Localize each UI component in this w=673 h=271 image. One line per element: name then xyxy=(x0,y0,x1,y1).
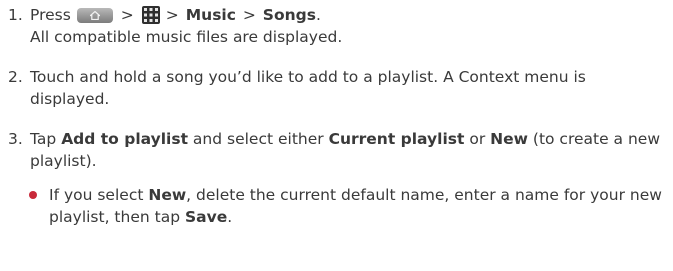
music-label: Music xyxy=(185,6,236,24)
press-text: Press xyxy=(30,6,71,24)
tap-text: Tap xyxy=(30,130,57,148)
step-3: 3. Tap Add to playlist and select either… xyxy=(8,128,668,172)
or-text: or xyxy=(469,130,486,148)
current-playlist-label: Current playlist xyxy=(328,130,465,148)
step-number: 2. xyxy=(8,68,23,86)
separator: > xyxy=(120,6,134,24)
bullet-dot-icon xyxy=(29,184,49,199)
bullet-body: If you select New, delete the current de… xyxy=(49,184,668,228)
bullet-pre: If you select xyxy=(49,186,144,204)
instructions: 1. Press > > Music > Songs. All compatible… xyxy=(8,4,668,228)
separator: > xyxy=(242,6,256,24)
step-body: Touch and hold a song you’d like to add … xyxy=(30,68,586,108)
step-body: Tap Add to playlist and select either Cu… xyxy=(30,128,668,172)
new-label: New xyxy=(148,186,187,204)
step-1-line-2: All compatible music files are displayed… xyxy=(30,28,343,46)
step-1: 1. Press > > Music > Songs. All compatible… xyxy=(8,4,668,48)
step-3-bullet: If you select New, delete the current de… xyxy=(29,184,668,228)
step-body: Press > > Music > Songs. All compatible mu… xyxy=(30,4,668,48)
period: . xyxy=(227,208,233,226)
step-number: 1. xyxy=(8,6,23,24)
add-to-playlist-label: Add to playlist xyxy=(61,130,188,148)
step-2: 2. Touch and hold a song you’d like to a… xyxy=(8,66,668,110)
step-1-line-1: Press > > Music > Songs. xyxy=(30,4,668,26)
period: . xyxy=(315,6,321,24)
applications-grid-icon xyxy=(141,6,160,24)
new-label: New xyxy=(490,130,528,148)
save-label: Save xyxy=(184,208,228,226)
home-key-icon xyxy=(76,8,113,23)
select-text: and select either xyxy=(192,130,324,148)
separator: > xyxy=(165,6,179,24)
step-number: 3. xyxy=(8,130,23,148)
songs-label: Songs xyxy=(262,6,316,24)
